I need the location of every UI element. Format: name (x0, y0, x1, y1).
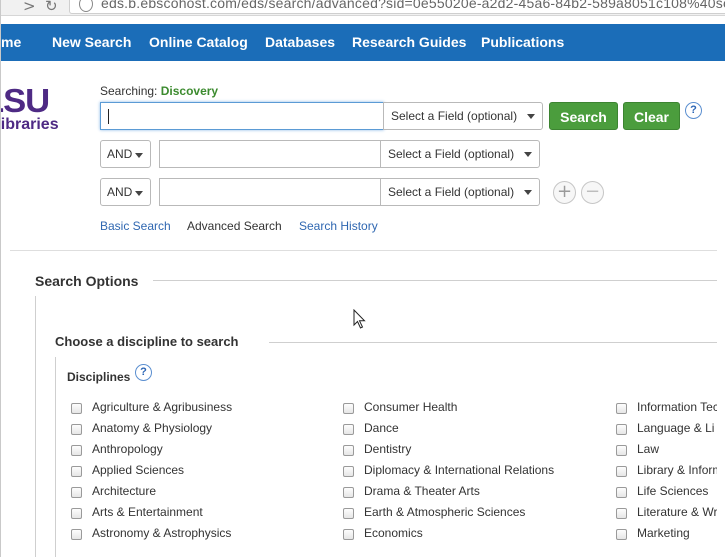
reload-icon[interactable]: ↻ (45, 0, 58, 15)
discipline-label: Law (637, 442, 660, 456)
url-text: eds.b.ebscohost.com/eds/search/advanced?… (101, 0, 725, 11)
checkbox-icon[interactable] (616, 403, 627, 414)
operator-label: AND (107, 147, 133, 161)
mouse-pointer-icon (353, 309, 366, 329)
discipline-label: Anatomy & Physiology (92, 421, 213, 435)
browser-toolbar: > ↻ eds.b.ebscohost.com/eds/search/advan… (1, 0, 725, 16)
nav-item-online-catalog[interactable]: Online Catalog (149, 34, 248, 50)
discipline-label: Economics (364, 526, 423, 540)
boolean-operator-select-2[interactable]: AND (100, 140, 151, 168)
nav-item-databases[interactable]: Databases (265, 34, 335, 50)
discipline-label: Drama & Theater Arts (364, 484, 480, 498)
search-history-link[interactable]: Search History (299, 219, 378, 233)
discipline-label: Dance (364, 421, 399, 435)
nav-item-home[interactable]: me (1, 34, 21, 50)
browser-window: > ↻ eds.b.ebscohost.com/eds/search/advan… (0, 0, 725, 557)
discipline-label: Consumer Health (364, 400, 458, 414)
search-button[interactable]: Search (549, 102, 618, 130)
top-navigation: me New Search Online Catalog Databases R… (1, 24, 725, 61)
checkbox-icon[interactable] (616, 466, 627, 477)
discipline-column-3: Information Tec Language & Li Law Librar… (611, 396, 717, 557)
discipline-label: Life Sciences (637, 484, 709, 498)
advanced-search-label: Advanced Search (187, 219, 282, 233)
checkbox-icon[interactable] (343, 403, 354, 414)
forward-icon[interactable]: > (23, 0, 36, 15)
caret-down-icon (135, 153, 143, 158)
checkbox-icon[interactable] (343, 508, 354, 519)
basic-search-link[interactable]: Basic Search (100, 219, 171, 233)
disciplines-label: Disciplines (67, 370, 131, 384)
checkbox-icon[interactable] (71, 487, 82, 498)
search-help-icon[interactable]: ? (685, 102, 702, 119)
discipline-label: Arts & Entertainment (92, 505, 203, 519)
checkbox-icon[interactable] (616, 487, 627, 498)
header-divider (10, 250, 725, 251)
checkbox-icon[interactable] (343, 466, 354, 477)
field-select-label: Select a Field (optional) (388, 185, 515, 199)
boolean-operator-select-3[interactable]: AND (100, 178, 151, 206)
discipline-label: Architecture (92, 484, 157, 498)
search-input-3[interactable] (159, 178, 381, 206)
operator-label: AND (107, 185, 133, 199)
discipline-label: Marketing (637, 526, 690, 540)
checkbox-icon[interactable] (616, 508, 627, 519)
discipline-label: Library & Inform (637, 463, 717, 477)
discipline-label: Applied Sciences (92, 463, 185, 477)
search-options-title: Search Options (35, 273, 139, 289)
section-rule (153, 280, 725, 281)
caret-down-icon (524, 152, 532, 157)
searching-label: Searching: Discovery (100, 84, 218, 98)
checkbox-icon[interactable] (343, 529, 354, 540)
lsu-libraries-logo[interactable]: LSU Libraries (1, 80, 91, 140)
discipline-label: Diplomacy & International Relations (364, 463, 555, 477)
checkbox-icon[interactable] (616, 424, 627, 435)
choose-discipline-title: Choose a discipline to search (55, 334, 239, 349)
field-select-label: Select a Field (optional) (388, 147, 515, 161)
caret-down-icon (527, 114, 535, 119)
discipline-label: Information Tec (637, 400, 717, 414)
field-select-2[interactable]: Select a Field (optional) (380, 140, 540, 168)
text-caret (108, 109, 109, 124)
discipline-label: Anthropology (92, 442, 163, 456)
logo-libraries-text: Libraries (1, 116, 59, 133)
search-input-1[interactable] (100, 102, 384, 130)
checkbox-icon[interactable] (616, 529, 627, 540)
checkbox-icon[interactable] (343, 445, 354, 456)
subsection-rule (269, 342, 725, 343)
discipline-label: Literature & Wr (637, 505, 717, 519)
remove-row-icon[interactable]: − (581, 181, 604, 204)
field-select-label: Select a Field (optional) (391, 109, 518, 123)
caret-down-icon (524, 190, 532, 195)
searching-prefix: Searching: (100, 84, 158, 98)
nav-item-new-search[interactable]: New Search (52, 34, 131, 50)
checkbox-icon[interactable] (71, 466, 82, 477)
checkbox-icon[interactable] (343, 424, 354, 435)
field-select-1[interactable]: Select a Field (optional) (383, 102, 543, 130)
checkbox-icon[interactable] (71, 403, 82, 414)
clear-button[interactable]: Clear (623, 102, 680, 130)
discipline-label: Agriculture & Agribusiness (92, 400, 233, 414)
checkbox-icon[interactable] (71, 508, 82, 519)
search-input-2[interactable] (159, 140, 381, 168)
checkbox-icon[interactable] (71, 529, 82, 540)
disciplines-help-icon[interactable]: ? (135, 364, 152, 381)
nav-item-research-guides[interactable]: Research Guides (352, 34, 466, 50)
discipline-label: Language & Li (637, 421, 715, 435)
add-row-icon[interactable]: + (553, 181, 576, 204)
checkbox-icon[interactable] (71, 424, 82, 435)
caret-down-icon (135, 191, 143, 196)
searching-source: Discovery (160, 84, 219, 98)
logo-lsu-text: LSU (1, 82, 50, 119)
checkbox-icon[interactable] (343, 487, 354, 498)
field-select-3[interactable]: Select a Field (optional) (380, 178, 540, 206)
discipline-label: Astronomy & Astrophysics (92, 526, 232, 540)
checkbox-icon[interactable] (71, 445, 82, 456)
discipline-label: Dentistry (364, 442, 412, 456)
nav-item-publications[interactable]: Publications (481, 34, 564, 50)
page-right-edge (717, 61, 725, 557)
discipline-label: Earth & Atmospheric Sciences (364, 505, 526, 519)
checkbox-icon[interactable] (616, 445, 627, 456)
